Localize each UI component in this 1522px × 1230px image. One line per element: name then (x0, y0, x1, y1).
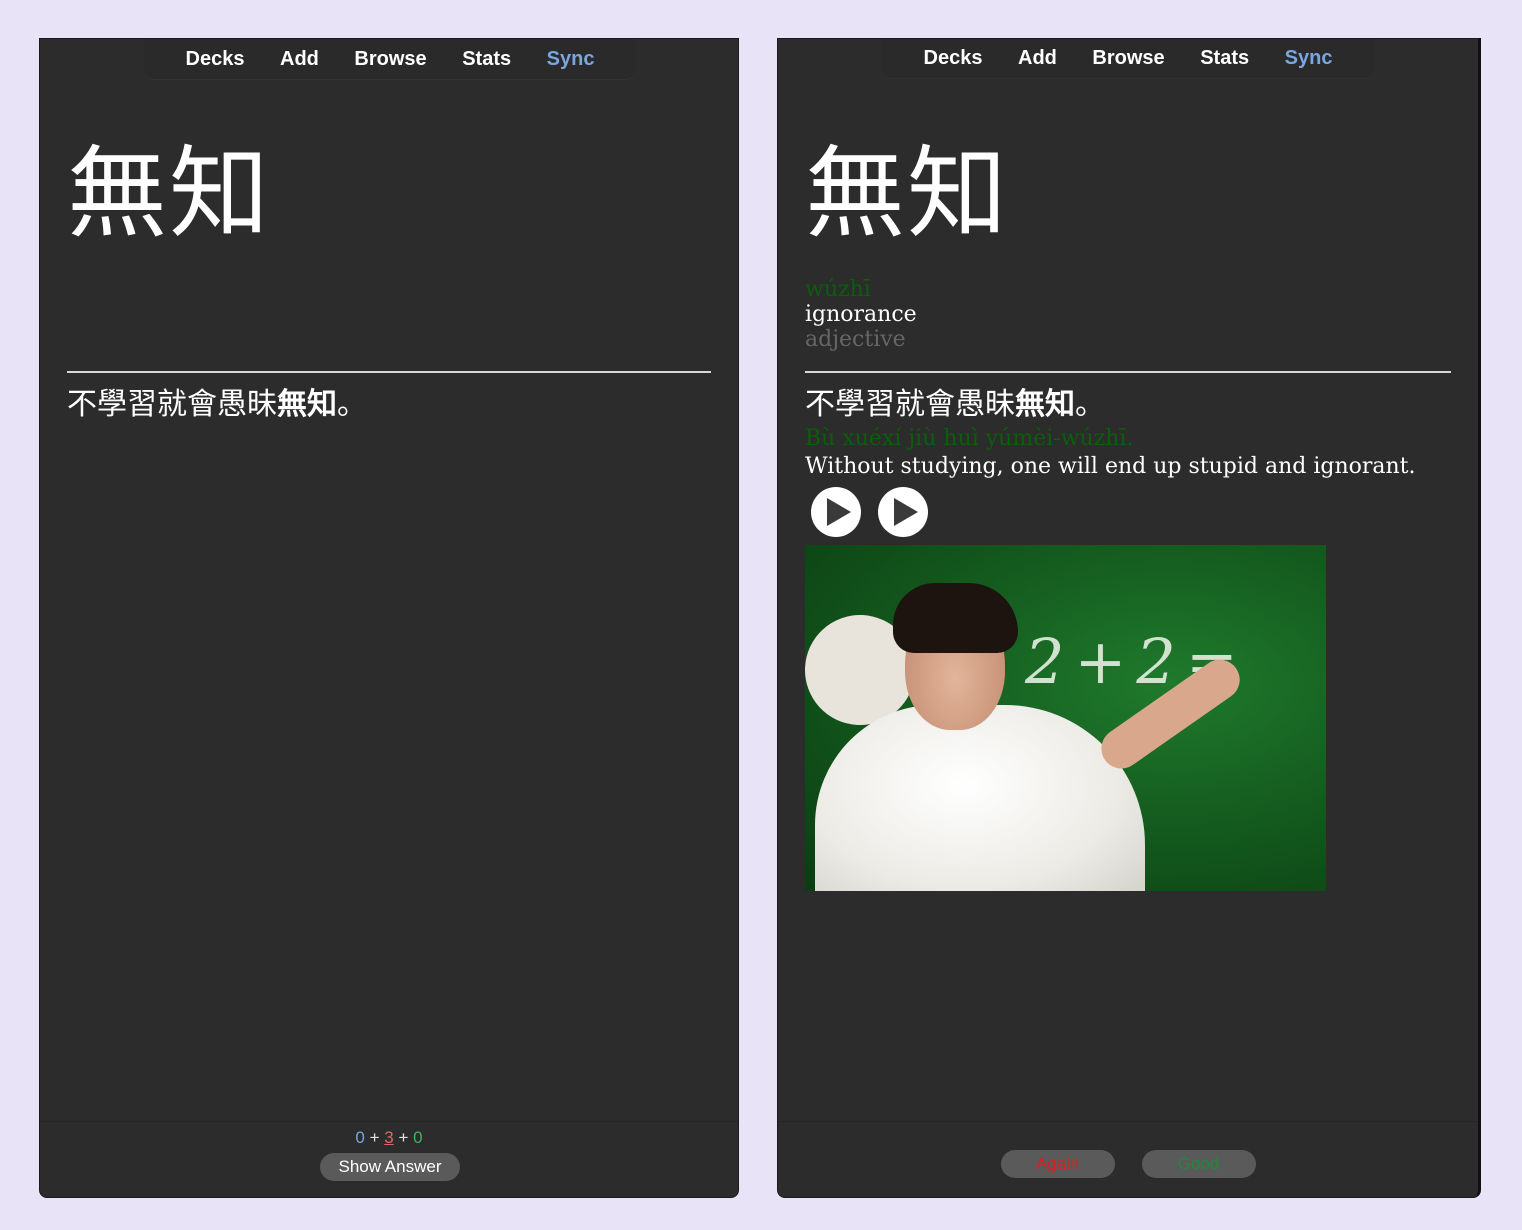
top-navbar: Decks Add Browse Stats Sync (144, 39, 636, 79)
play-icon[interactable] (878, 487, 928, 537)
new-count: 0 (355, 1128, 365, 1147)
example-sentence: 不學習就會愚昧無知。 (805, 385, 1451, 425)
answer-panel: Decks Add Browse Stats Sync 無知 wúzhī ign… (777, 38, 1481, 1198)
card-front: 無知 不學習就會愚昧無知。 (67, 129, 711, 425)
learning-count: 3 (384, 1128, 394, 1147)
image-hair (893, 583, 1018, 653)
image-shirt (815, 705, 1145, 891)
nav-sync[interactable]: Sync (1285, 47, 1333, 70)
review-footer: Again Good (778, 1121, 1478, 1197)
word-pinyin: wúzhī (805, 277, 871, 302)
review-footer: 0 + 3 + 0 Show Answer (40, 1121, 738, 1197)
card-divider (67, 371, 711, 373)
sentence-highlight: 無知 (277, 387, 337, 422)
answer-buttons: Again Good (778, 1150, 1478, 1178)
show-answer-button[interactable]: Show Answer (320, 1153, 460, 1181)
sentence-highlight: 無知 (1015, 387, 1075, 422)
word-info: wúzhī ignorance adjective (805, 259, 1451, 371)
nav-stats[interactable]: Stats (1200, 47, 1249, 70)
nav-add[interactable]: Add (1018, 47, 1057, 70)
sentence-pinyin: Bù xuéxí jiù huì yúmèi-wúzhī. (805, 426, 1134, 451)
word-meaning: ignorance (805, 302, 917, 327)
top-navbar: Decks Add Browse Stats Sync (882, 39, 1374, 78)
play-icon[interactable] (811, 487, 861, 537)
again-button[interactable]: Again (1000, 1150, 1115, 1178)
audio-controls (811, 487, 1451, 539)
card-image: 2+2= (805, 545, 1326, 891)
sentence-end: 。 (337, 387, 367, 422)
sentence-text: 不學習就會愚昧 (67, 387, 277, 422)
nav-sync[interactable]: Sync (547, 48, 595, 71)
good-button[interactable]: Good (1141, 1150, 1256, 1178)
card-word: 無知 (67, 135, 271, 252)
part-of-speech: adjective (805, 327, 906, 352)
review-count: 0 (413, 1128, 423, 1147)
nav-browse[interactable]: Browse (1092, 47, 1164, 70)
nav-decks[interactable]: Decks (924, 47, 983, 70)
sentence-text: 不學習就會愚昧 (805, 387, 1015, 422)
nav-decks[interactable]: Decks (186, 48, 245, 71)
card-divider (805, 371, 1451, 373)
count-separator: + (398, 1128, 409, 1147)
sentence-translation: Without studying, one will end up stupid… (805, 454, 1416, 479)
due-counts: 0 + 3 + 0 (40, 1128, 738, 1148)
nav-add[interactable]: Add (280, 48, 319, 71)
example-sentence: 不學習就會愚昧無知。 (67, 385, 711, 425)
nav-stats[interactable]: Stats (462, 48, 511, 71)
question-panel: Decks Add Browse Stats Sync 無知 不學習就會愚昧無知… (39, 38, 739, 1198)
count-separator: + (369, 1128, 380, 1147)
card-word: 無知 (805, 135, 1009, 252)
card-back: 無知 wúzhī ignorance adjective 不學習就會愚昧無知。 … (805, 129, 1451, 891)
nav-browse[interactable]: Browse (354, 48, 426, 71)
sentence-end: 。 (1075, 387, 1105, 422)
